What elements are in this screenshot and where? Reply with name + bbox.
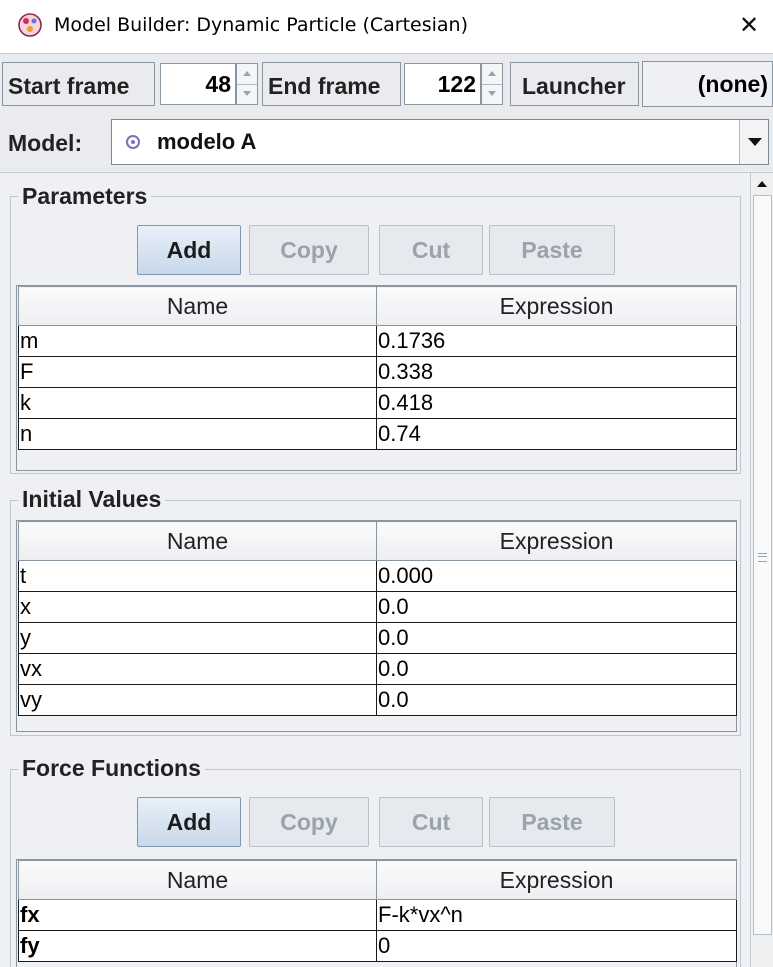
vertical-scrollbar[interactable] bbox=[750, 173, 773, 967]
parameter-name-cell[interactable]: F bbox=[18, 356, 377, 388]
end-frame-down-arrow-icon[interactable] bbox=[482, 84, 502, 104]
window-title: Model Builder: Dynamic Particle (Cartesi… bbox=[54, 14, 469, 36]
initial-values-expression-header[interactable]: Expression bbox=[376, 521, 737, 561]
chevron-down-icon[interactable] bbox=[739, 120, 768, 164]
parameter-expression-cell[interactable]: 0.1736 bbox=[376, 325, 737, 357]
force-copy-button[interactable]: Copy bbox=[249, 797, 369, 847]
close-button[interactable]: ✕ bbox=[725, 2, 773, 48]
end-frame-spinner[interactable] bbox=[481, 63, 503, 105]
table-row[interactable]: y 0.0 bbox=[18, 622, 737, 654]
initial-value-expression-cell[interactable]: 0.000 bbox=[376, 560, 737, 592]
table-row[interactable]: x 0.0 bbox=[18, 591, 737, 623]
table-row[interactable]: vx 0.0 bbox=[18, 653, 737, 685]
force-functions-title: Force Functions bbox=[18, 753, 205, 783]
table-row[interactable]: F 0.338 bbox=[18, 356, 737, 388]
force-expression-cell[interactable]: F-k*vx^n bbox=[376, 899, 737, 931]
table-row[interactable]: fx F-k*vx^n bbox=[18, 899, 737, 931]
particle-dot-icon bbox=[126, 135, 140, 149]
initial-value-name-cell[interactable]: t bbox=[18, 560, 377, 592]
parameters-table: Name Expression m 0.1736 F 0.338 k 0.418 bbox=[18, 286, 737, 450]
parameter-expression-cell[interactable]: 0.418 bbox=[376, 387, 737, 419]
start-frame-down-arrow-icon[interactable] bbox=[237, 84, 257, 104]
initial-value-expression-cell[interactable]: 0.0 bbox=[376, 591, 737, 623]
scroll-up-arrow-icon[interactable] bbox=[751, 173, 773, 195]
parameters-cut-button[interactable]: Cut bbox=[379, 225, 483, 275]
table-row[interactable]: k 0.418 bbox=[18, 387, 737, 419]
initial-value-expression-cell[interactable]: 0.0 bbox=[376, 684, 737, 716]
frame-toolbar: Start frame 48 End frame 122 Launcher (n… bbox=[0, 53, 773, 114]
parameter-name-cell[interactable]: n bbox=[18, 418, 377, 450]
initial-values-title: Initial Values bbox=[18, 484, 166, 514]
model-content-scroll-area: Parameters Add Copy Cut Paste Name Expre… bbox=[0, 173, 750, 967]
parameters-add-button[interactable]: Add bbox=[137, 225, 241, 275]
start-frame-label-box bbox=[2, 62, 155, 106]
parameter-expression-cell[interactable]: 0.338 bbox=[376, 356, 737, 388]
parameter-name-cell[interactable]: k bbox=[18, 387, 377, 419]
parameters-title: Parameters bbox=[18, 181, 152, 211]
tracker-app-icon bbox=[18, 13, 42, 37]
start-frame-input[interactable]: 48 bbox=[160, 63, 236, 105]
model-builder-window: Model Builder: Dynamic Particle (Cartesi… bbox=[0, 0, 773, 967]
parameters-expression-header[interactable]: Expression bbox=[376, 286, 737, 326]
model-selected-value: modelo A bbox=[157, 129, 257, 154]
parameter-expression-cell[interactable]: 0.74 bbox=[376, 418, 737, 450]
force-add-button[interactable]: Add bbox=[137, 797, 241, 847]
parameters-paste-button[interactable]: Paste bbox=[489, 225, 615, 275]
initial-value-name-cell[interactable]: y bbox=[18, 622, 377, 654]
table-row[interactable]: m 0.1736 bbox=[18, 325, 737, 357]
parameters-copy-button[interactable]: Copy bbox=[249, 225, 369, 275]
force-name-header[interactable]: Name bbox=[18, 860, 377, 900]
end-frame-up-arrow-icon[interactable] bbox=[482, 64, 502, 85]
scroll-grip-icon bbox=[758, 553, 767, 562]
force-expression-cell[interactable]: 0 bbox=[376, 930, 737, 962]
force-name-cell[interactable]: fy bbox=[18, 930, 377, 962]
initial-value-expression-cell[interactable]: 0.0 bbox=[376, 653, 737, 685]
start-frame-up-arrow-icon[interactable] bbox=[237, 64, 257, 85]
initial-values-table: Name Expression t 0.000 x 0.0 y 0.0 vx 0… bbox=[18, 521, 737, 716]
initial-values-name-header[interactable]: Name bbox=[18, 521, 377, 561]
force-paste-button[interactable]: Paste bbox=[489, 797, 615, 847]
force-functions-table: Name Expression fx F-k*vx^n fy 0 bbox=[18, 860, 737, 962]
force-expression-header[interactable]: Expression bbox=[376, 860, 737, 900]
initial-value-name-cell[interactable]: vy bbox=[18, 684, 377, 716]
launcher-field[interactable]: (none) bbox=[642, 61, 773, 107]
initial-value-name-cell[interactable]: vx bbox=[18, 653, 377, 685]
initial-value-expression-cell[interactable]: 0.0 bbox=[376, 622, 737, 654]
launcher-label-box bbox=[510, 62, 639, 106]
force-name-cell[interactable]: fx bbox=[18, 899, 377, 931]
table-row[interactable]: t 0.000 bbox=[18, 560, 737, 592]
table-row[interactable]: fy 0 bbox=[18, 930, 737, 962]
table-row[interactable]: vy 0.0 bbox=[18, 684, 737, 716]
parameters-name-header[interactable]: Name bbox=[18, 286, 377, 326]
initial-value-name-cell[interactable]: x bbox=[18, 591, 377, 623]
end-frame-label-box bbox=[262, 62, 401, 106]
force-cut-button[interactable]: Cut bbox=[379, 797, 483, 847]
parameter-name-cell[interactable]: m bbox=[18, 325, 377, 357]
model-label: Model: bbox=[8, 130, 83, 156]
start-frame-spinner[interactable] bbox=[236, 63, 258, 105]
scrollbar-thumb[interactable] bbox=[753, 195, 772, 935]
model-dropdown[interactable]: modelo A bbox=[111, 119, 769, 165]
table-row[interactable]: n 0.74 bbox=[18, 418, 737, 450]
title-bar: Model Builder: Dynamic Particle (Cartesi… bbox=[0, 0, 773, 52]
end-frame-input[interactable]: 122 bbox=[404, 63, 481, 105]
